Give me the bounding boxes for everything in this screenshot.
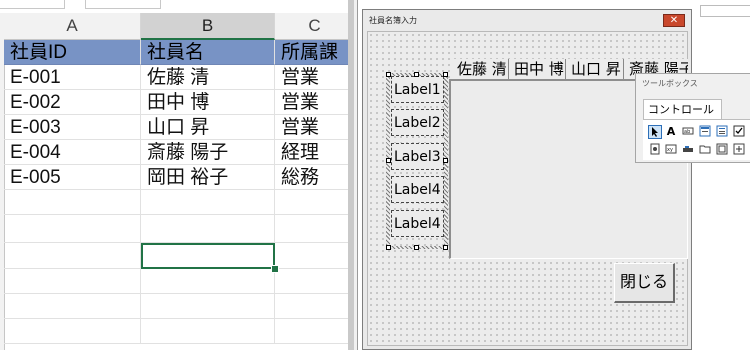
togglebutton-tool-icon[interactable]: xy — [664, 143, 678, 157]
cell-c3[interactable]: 営業 — [275, 90, 350, 115]
resize-handle[interactable] — [386, 72, 391, 77]
empty-cell[interactable] — [275, 243, 350, 269]
label-control-2[interactable]: Label2 — [391, 109, 444, 136]
label-tool-icon[interactable]: A — [664, 125, 678, 139]
window-splitter[interactable] — [348, 0, 354, 350]
empty-cell[interactable] — [141, 190, 275, 215]
empty-cell[interactable] — [275, 269, 350, 294]
resize-handle[interactable] — [443, 158, 448, 163]
pointer-icon[interactable] — [648, 125, 662, 139]
svg-text:ab: ab — [684, 129, 690, 135]
resize-handle[interactable] — [443, 72, 448, 77]
empty-cell[interactable] — [275, 215, 350, 243]
empty-cell[interactable] — [4, 215, 141, 243]
column-header-b[interactable]: B — [141, 13, 275, 40]
empty-cell[interactable] — [4, 243, 141, 269]
empty-cell[interactable] — [141, 215, 275, 243]
cell-a5[interactable]: E-004 — [4, 140, 141, 165]
empty-cell[interactable] — [4, 190, 141, 215]
tabstrip-tool-icon[interactable] — [715, 143, 729, 157]
cell-a3[interactable]: E-002 — [4, 90, 141, 115]
textbox-tool-icon[interactable]: ab — [681, 125, 695, 139]
resize-handle[interactable] — [386, 245, 391, 250]
formula-box[interactable] — [85, 0, 161, 9]
label-control-1[interactable]: Label1 — [391, 76, 444, 103]
header-cell-department[interactable]: 所属課 — [275, 40, 350, 65]
empty-cell[interactable] — [4, 294, 141, 319]
userform-title: 社員名簿入力 — [363, 10, 691, 31]
checkbox-tool-icon[interactable] — [732, 125, 746, 139]
label-control-5[interactable]: Label4 — [391, 210, 444, 237]
empty-cell[interactable] — [4, 319, 141, 344]
resize-handle[interactable] — [414, 245, 419, 250]
formula-bar-strip — [0, 0, 350, 10]
column-header-c[interactable]: C — [275, 13, 350, 40]
cell-b6[interactable]: 岡田 裕子 — [141, 165, 275, 190]
listbox-column-header: 佐藤 清 — [452, 59, 509, 79]
designer-right-toolbar — [700, 5, 750, 17]
listbox-tool-icon[interactable] — [715, 125, 729, 139]
empty-cell[interactable] — [141, 269, 275, 294]
designer-right-area — [707, 0, 750, 350]
label-control-3[interactable]: Label3 — [391, 143, 444, 170]
cell-b5[interactable]: 斎藤 陽子 — [141, 140, 275, 165]
label-control-4[interactable]: Label4 — [391, 176, 444, 203]
cell-c5[interactable]: 経理 — [275, 140, 350, 165]
column-header-a[interactable]: A — [4, 13, 141, 40]
resize-handle[interactable] — [414, 72, 419, 77]
header-cell-employee-id[interactable]: 社員ID — [4, 40, 141, 65]
tab-controls[interactable]: コントロール — [643, 99, 722, 119]
fill-handle[interactable] — [271, 265, 279, 273]
toolbox-title: ツールボックス — [642, 79, 698, 88]
excel-sheet: A B C 社員ID 社員名 所属課 E-001 佐藤 清 営業 E-002 田… — [0, 0, 350, 350]
empty-cell[interactable] — [275, 319, 350, 344]
name-box[interactable] — [0, 0, 65, 9]
cell-c6[interactable]: 総務 — [275, 165, 350, 190]
multipage-tool-icon[interactable] — [732, 143, 746, 157]
toolbox-window[interactable]: ツールボックス コントロール A ab xy — [635, 73, 750, 163]
close-button[interactable]: 閉じる — [614, 263, 675, 303]
toolbox-panel: A ab xy — [643, 120, 750, 160]
optionbutton-tool-icon[interactable] — [648, 143, 662, 157]
listbox-column-header: 山口 昇 — [566, 59, 624, 79]
close-icon[interactable]: ✕ — [663, 14, 685, 27]
svg-text:xy: xy — [667, 147, 673, 153]
cell-c4[interactable]: 営業 — [275, 115, 350, 140]
cell-b4[interactable]: 山口 昇 — [141, 115, 275, 140]
resize-handle[interactable] — [443, 245, 448, 250]
empty-cell[interactable] — [141, 294, 275, 319]
resize-handle[interactable] — [386, 158, 391, 163]
frame-tool-icon[interactable] — [681, 143, 695, 157]
cell-c2[interactable]: 営業 — [275, 65, 350, 90]
cell-a6[interactable]: E-005 — [4, 165, 141, 190]
empty-cell[interactable] — [275, 294, 350, 319]
cell-b2[interactable]: 佐藤 清 — [141, 65, 275, 90]
empty-cell[interactable] — [141, 319, 275, 344]
listbox-column-header: 田中 博 — [509, 59, 566, 79]
empty-cell[interactable] — [4, 269, 141, 294]
cell-b3[interactable]: 田中 博 — [141, 90, 275, 115]
cell-a2[interactable]: E-001 — [4, 65, 141, 90]
active-cell-selection[interactable] — [141, 243, 275, 269]
combobox-tool-icon[interactable] — [698, 125, 712, 139]
empty-cell[interactable] — [275, 190, 350, 215]
header-cell-employee-name[interactable]: 社員名 — [141, 40, 275, 65]
cell-a4[interactable]: E-003 — [4, 115, 141, 140]
commandbutton-tool-icon[interactable] — [698, 143, 712, 157]
